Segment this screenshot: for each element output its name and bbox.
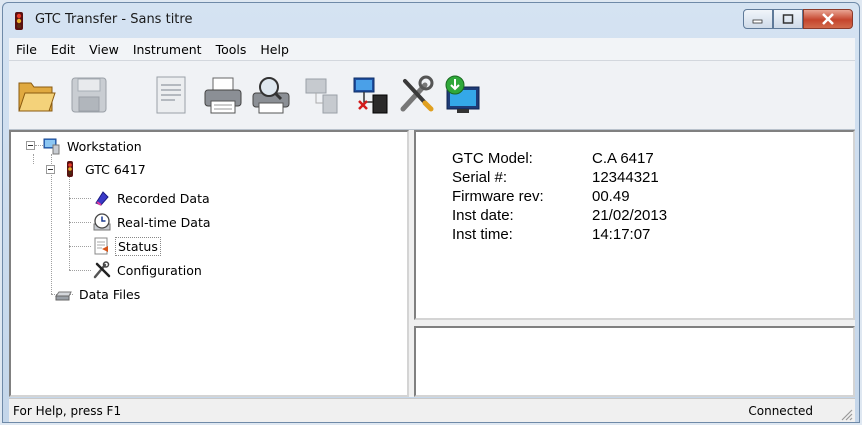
- traffic-light-icon: [67, 161, 73, 177]
- recorded-data-icon: [95, 191, 109, 206]
- main-content: Workstation GTC 6417 Recorded Data Real-…: [9, 130, 855, 397]
- menu-file[interactable]: File: [9, 42, 44, 57]
- download-computer-icon: [445, 75, 480, 113]
- close-button[interactable]: [803, 9, 853, 29]
- print-preview-icon: [252, 77, 290, 114]
- save-icon: [71, 77, 107, 113]
- tree-label-workstation: Workstation: [67, 138, 142, 154]
- tree-item-configuration[interactable]: Configuration: [93, 260, 204, 280]
- tree-connector: [69, 222, 91, 223]
- status-info-pane: GTC Model: C.A 6417 Serial #: 12344321 F…: [414, 130, 855, 320]
- tree-label-status: Status: [115, 236, 161, 256]
- window-title: GTC Transfer - Sans titre: [35, 12, 193, 27]
- menu-help[interactable]: Help: [253, 42, 296, 57]
- minimize-icon: [752, 19, 763, 24]
- menu-bar: File Edit View Instrument Tools Help: [9, 38, 855, 61]
- menu-view[interactable]: View: [82, 42, 126, 57]
- toolbar: [9, 61, 855, 130]
- info-value: 00.49: [592, 188, 630, 205]
- tree-connector: [69, 246, 91, 247]
- network-disconnected-icon: [305, 78, 338, 114]
- tree-connector: [51, 154, 52, 294]
- open-button[interactable]: [15, 73, 59, 117]
- configuration-tools-icon: [93, 261, 111, 279]
- tree-label-gtc-6417: GTC 6417: [85, 161, 146, 177]
- tree-connector: [69, 198, 91, 199]
- open-folder-icon: [18, 82, 56, 112]
- workstation-icon: [43, 138, 60, 155]
- status-icon: [94, 237, 108, 255]
- maximize-button[interactable]: [773, 9, 803, 29]
- lower-pane: [414, 326, 855, 397]
- disconnect-button[interactable]: [349, 73, 393, 117]
- collapse-workstation-toggle[interactable]: [26, 141, 35, 150]
- tools-icon: [400, 75, 434, 112]
- tree-item-data-files[interactable]: Data Files: [55, 284, 142, 304]
- tree-label-data-files: Data Files: [79, 286, 141, 302]
- menu-edit[interactable]: Edit: [44, 42, 82, 57]
- tree-item-workstation[interactable]: Workstation: [43, 136, 144, 156]
- tree-label-recorded-data: Recorded Data: [117, 190, 210, 206]
- info-label: Serial #:: [452, 169, 508, 186]
- report-button[interactable]: [149, 73, 193, 117]
- tree-item-status[interactable]: Status: [93, 236, 161, 256]
- info-label: GTC Model:: [452, 150, 533, 167]
- tree-item-real-time-data[interactable]: Real-time Data: [93, 212, 213, 232]
- menu-tools[interactable]: Tools: [209, 42, 254, 57]
- info-label: Inst time:: [452, 226, 513, 243]
- tree-connector: [33, 154, 34, 164]
- maximize-icon: [782, 14, 794, 24]
- tree-connector: [69, 176, 70, 270]
- print-button[interactable]: [201, 73, 245, 117]
- minimize-button[interactable]: [743, 9, 773, 29]
- info-value: 14:17:07: [592, 226, 651, 243]
- info-value: 12344321: [592, 169, 659, 186]
- info-value: C.A 6417: [592, 150, 654, 167]
- info-value: 21/02/2013: [592, 207, 668, 224]
- network-disconnect-icon: [353, 77, 388, 114]
- status-connection-text: Connected: [748, 404, 813, 418]
- tree-item-recorded-data[interactable]: Recorded Data: [93, 188, 212, 208]
- tree-label-real-time-data: Real-time Data: [117, 214, 211, 230]
- report-icon: [156, 76, 186, 114]
- tree-label-configuration: Configuration: [117, 262, 202, 278]
- tree-view[interactable]: Workstation GTC 6417 Recorded Data Real-…: [9, 130, 409, 397]
- download-button[interactable]: [441, 73, 485, 117]
- tree-item-gtc-6417[interactable]: GTC 6417: [61, 159, 148, 179]
- tree-connector: [69, 270, 91, 271]
- print-preview-button[interactable]: [249, 73, 293, 117]
- traffic-light-icon: [15, 12, 23, 30]
- close-icon: [822, 13, 834, 25]
- hard-drive-icon: [55, 291, 72, 301]
- status-help-text: For Help, press F1: [13, 404, 122, 418]
- save-button[interactable]: [67, 73, 111, 117]
- menu-instrument[interactable]: Instrument: [126, 42, 209, 57]
- title-bar[interactable]: GTC Transfer - Sans titre: [3, 3, 859, 37]
- collapse-instrument-toggle[interactable]: [46, 165, 55, 174]
- status-bar: For Help, press F1 Connected: [9, 398, 855, 422]
- disconnected-button[interactable]: [301, 73, 345, 117]
- info-label: Inst date:: [452, 207, 514, 224]
- app-window: GTC Transfer - Sans titre File Edit View…: [2, 2, 860, 423]
- tools-button[interactable]: [395, 73, 439, 117]
- info-label: Firmware rev:: [452, 188, 544, 205]
- resize-grip-icon[interactable]: [839, 407, 853, 421]
- print-icon: [204, 77, 242, 114]
- clock-icon: [93, 213, 111, 231]
